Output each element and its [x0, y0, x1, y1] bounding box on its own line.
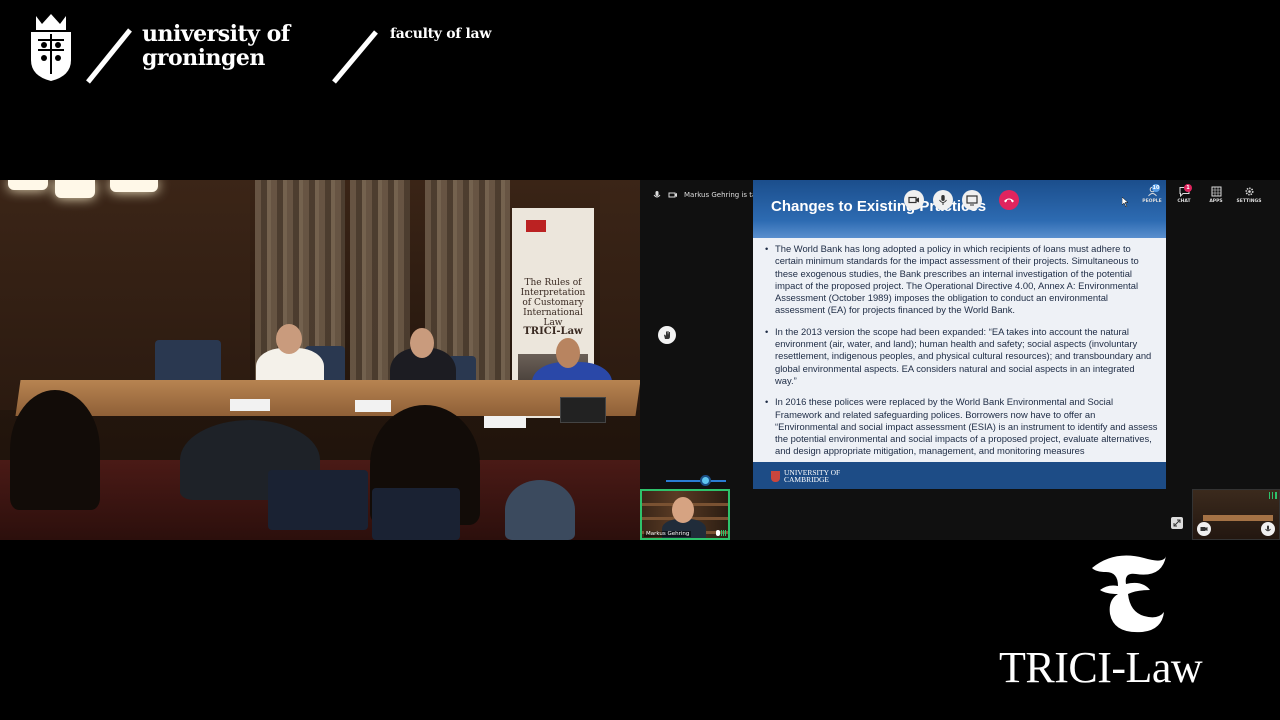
- microphone-icon: [716, 530, 720, 536]
- participant-face: [672, 497, 694, 523]
- participant-tile[interactable]: Markus Gehring: [640, 489, 730, 540]
- divider-slash: [332, 30, 378, 84]
- divider-slash: [86, 28, 132, 84]
- chat-button[interactable]: CHAT 1: [1170, 184, 1198, 204]
- slide-bullet: The World Bank has long adopted a policy…: [763, 243, 1158, 317]
- minimize-button[interactable]: [1171, 517, 1183, 529]
- self-camera-button[interactable]: [1197, 522, 1211, 536]
- camera-icon: [1200, 527, 1208, 531]
- hand-icon: [664, 331, 670, 339]
- microphone-toggle-button[interactable]: [933, 190, 953, 210]
- hang-up-button[interactable]: [999, 190, 1019, 210]
- screen-share-button[interactable]: [962, 190, 982, 210]
- gear-icon: [1244, 187, 1254, 196]
- camera-toggle-button[interactable]: [904, 190, 924, 210]
- mouse-cursor-icon: [1122, 197, 1129, 207]
- call-controls: [904, 190, 1019, 210]
- hang-up-icon: [1004, 198, 1014, 203]
- slide-bullet: In 2016 these polices were replaced by t…: [763, 396, 1158, 457]
- volume-slider-track[interactable]: [666, 480, 726, 482]
- self-microphone-button[interactable]: [1261, 522, 1275, 536]
- chat-unread-badge: 1: [1184, 184, 1192, 192]
- signal-strength-icon: [1269, 492, 1277, 499]
- video-call-panel: Markus Gehring is talking Changes to Exi…: [640, 180, 1280, 540]
- apps-button[interactable]: APPS: [1202, 186, 1230, 204]
- panel-table: [15, 380, 640, 416]
- self-view-tile[interactable]: [1192, 489, 1280, 540]
- screen-share-icon: [966, 195, 978, 206]
- slide-body: The World Bank has long adopted a policy…: [763, 243, 1158, 467]
- microphone-icon: [939, 195, 947, 205]
- microphone-icon: [653, 191, 661, 198]
- audio-level-icon: [721, 530, 726, 536]
- people-count-badge: 10: [1152, 184, 1160, 192]
- people-button[interactable]: PEOPLE 10: [1138, 184, 1166, 204]
- faculty-name: faculty of law: [390, 26, 492, 42]
- settings-button[interactable]: SETTINGS: [1235, 186, 1263, 204]
- camera-icon: [668, 192, 677, 198]
- room-video-feed: The Rules of Interpretation of Customary…: [0, 180, 640, 540]
- participant-name: Markus Gehring: [644, 531, 692, 537]
- trici-law-wordmark: TRICI-Law: [999, 643, 1203, 692]
- university-crest-icon: [31, 14, 71, 81]
- apps-icon: [1211, 186, 1221, 197]
- trici-law-logo-icon: [1092, 555, 1166, 633]
- minimize-icon: [1173, 519, 1181, 527]
- camera-icon: [908, 196, 919, 204]
- microphone-icon: [1265, 525, 1271, 532]
- raise-hand-button[interactable]: [658, 326, 676, 344]
- volume-slider-handle[interactable]: [700, 475, 711, 486]
- slide-bullet: In the 2013 version the scope had been e…: [763, 326, 1158, 387]
- shared-slide: Changes to Existing Practices The World …: [753, 180, 1166, 489]
- cambridge-logo: UNIVERSITY OF CAMBRIDGE: [771, 469, 840, 483]
- university-name: university of groningen: [142, 21, 290, 71]
